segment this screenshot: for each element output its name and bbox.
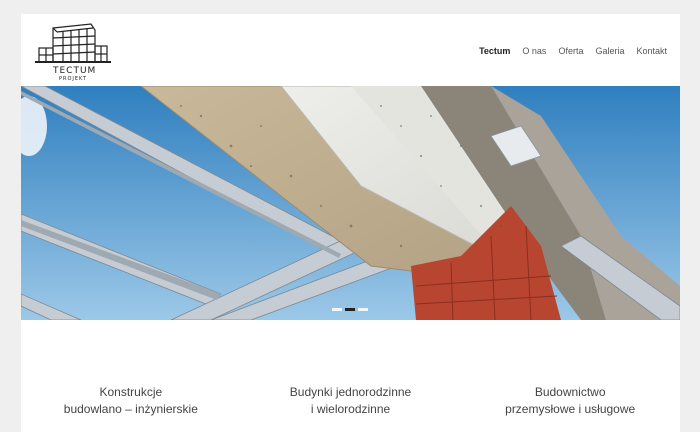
site-header: TECTUM PROJEKT Tectum O nas Oferta Galer… (21, 14, 680, 86)
features-section: Konstrukcje budowlano – inżynierskie Bud… (21, 384, 680, 418)
slider-dot-3[interactable] (358, 308, 368, 311)
feature-title-line1: Konstrukcje (99, 385, 163, 399)
feature-title-line2: i wielorodzinne (310, 402, 391, 416)
logo-subtitle: PROJEKT (58, 76, 87, 82)
hero-image (21, 86, 680, 320)
feature-title-line2: budowlano – inżynierskie (63, 402, 198, 416)
feature-title-line2: przemysłowe i usługowe (505, 402, 636, 416)
page-container: TECTUM PROJEKT Tectum O nas Oferta Galer… (21, 14, 680, 432)
feature-title-line1: Budownictwo (534, 385, 606, 399)
feature-budownictwo: Budownictwo przemysłowe i usługowe (460, 384, 680, 418)
nav-item-o-nas[interactable]: O nas (522, 46, 546, 56)
feature-konstrukcje: Konstrukcje budowlano – inżynierskie (21, 384, 241, 418)
slider-dots (332, 308, 368, 311)
main-nav: Tectum O nas Oferta Galeria Kontakt (479, 46, 667, 56)
nav-item-oferta[interactable]: Oferta (558, 46, 583, 56)
feature-title-line1: Budynki jednorodzinne (289, 385, 412, 399)
hero-slider[interactable] (21, 86, 680, 320)
feature-budynki: Budynki jednorodzinne i wielorodzinne (241, 384, 461, 418)
building-logo-icon (35, 23, 111, 63)
slider-dot-2[interactable] (345, 308, 355, 311)
nav-item-galeria[interactable]: Galeria (595, 46, 624, 56)
logo-title: TECTUM (53, 66, 97, 76)
nav-item-kontakt[interactable]: Kontakt (636, 46, 667, 56)
site-logo[interactable]: TECTUM PROJEKT (33, 22, 113, 82)
nav-item-tectum[interactable]: Tectum (479, 46, 510, 56)
slider-dot-1[interactable] (332, 308, 342, 311)
